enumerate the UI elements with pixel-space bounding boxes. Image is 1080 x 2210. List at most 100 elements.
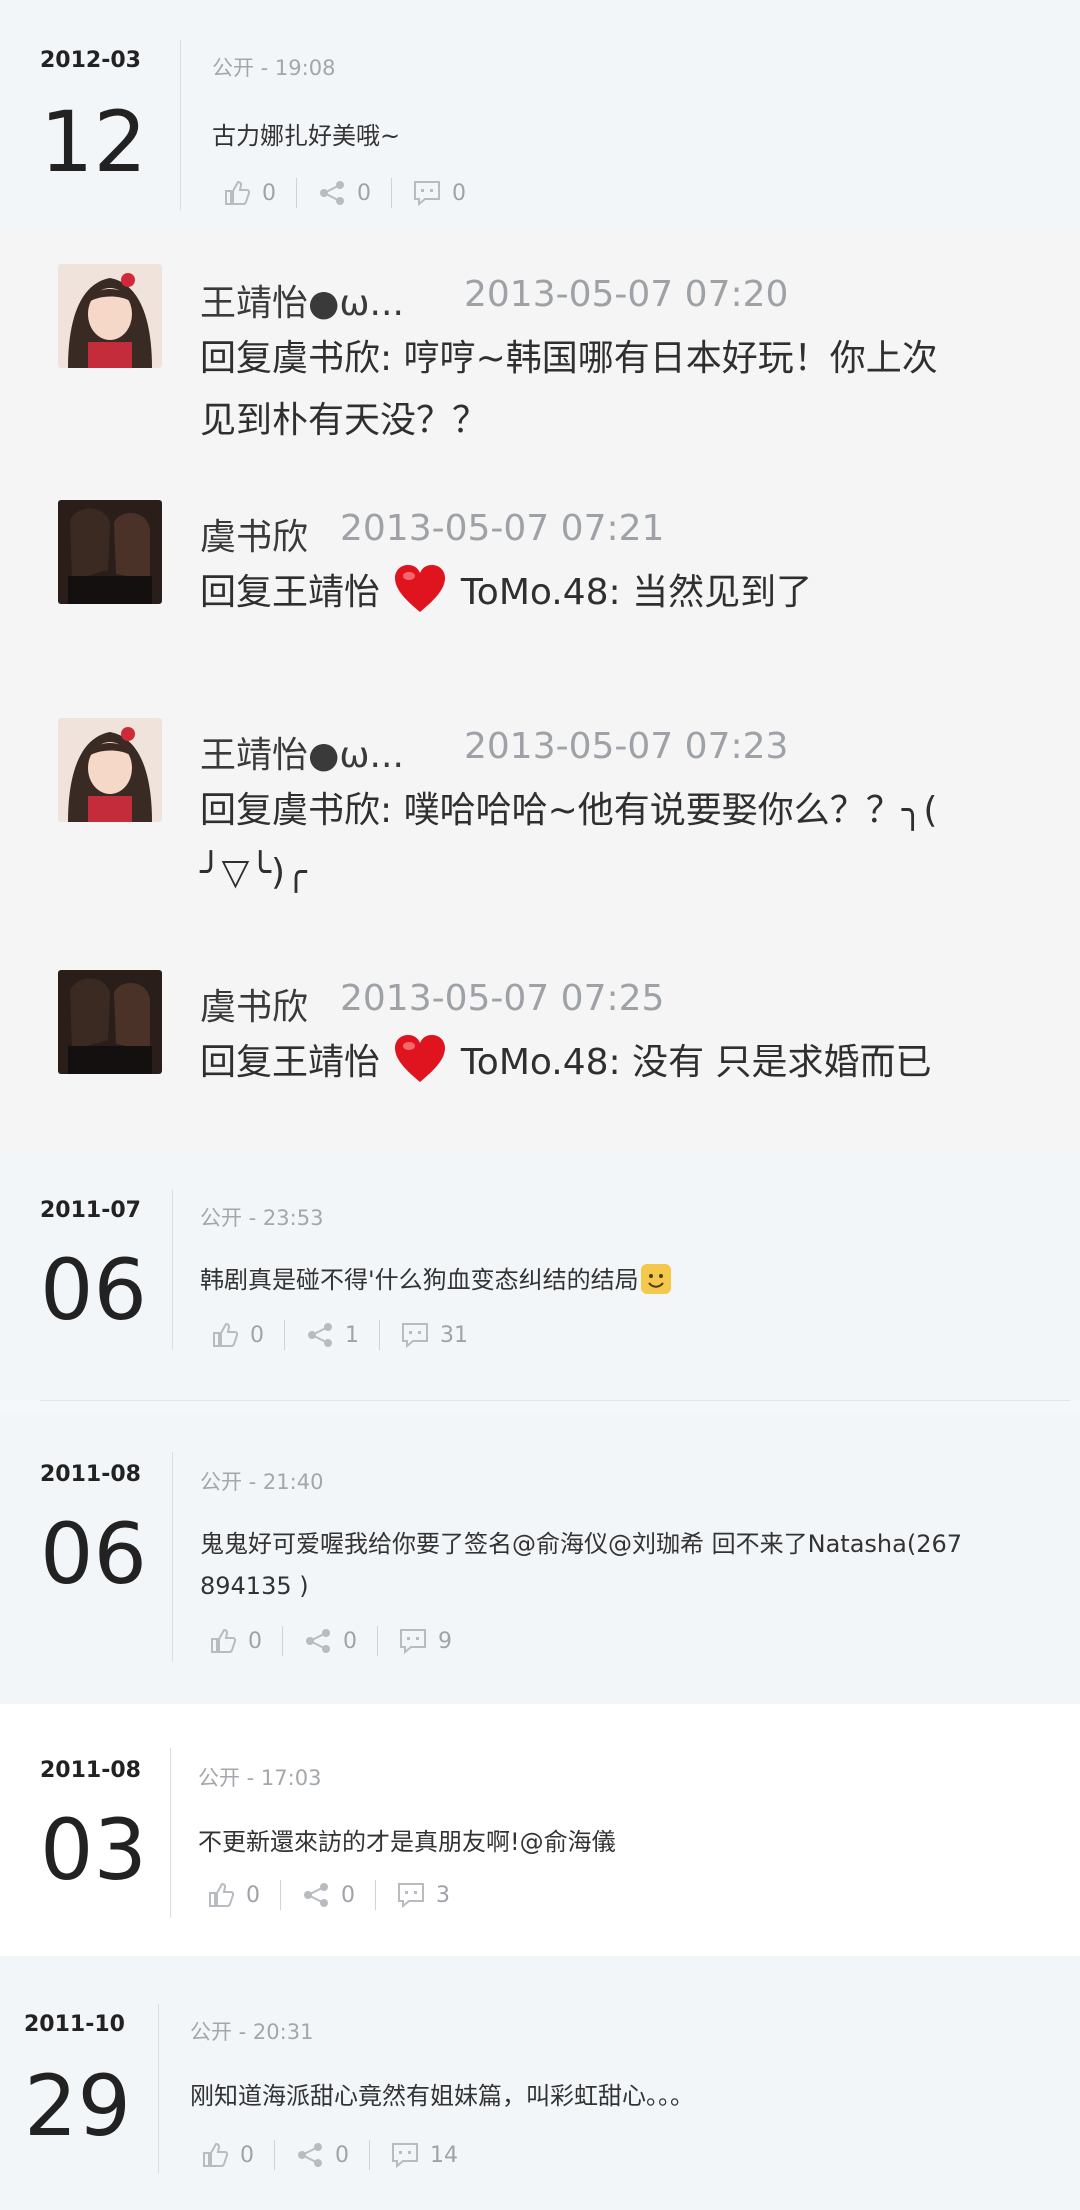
comment-button[interactable]: 9 [398, 1626, 452, 1656]
reply-text: 回复虞书欣: 哼哼~韩国哪有日本好玩！你上次 [200, 338, 938, 379]
smiley-emoji-icon [640, 1264, 671, 1294]
post-day: 29 [24, 2057, 131, 2155]
post-actions: 0 0 9 [208, 1626, 452, 1656]
post-text: 刚知道海派甜心竟然有姐妹篇，叫彩虹甜心。。。 [190, 2082, 694, 2110]
avatar[interactable] [58, 500, 162, 604]
separator [377, 1626, 378, 1656]
post-card: 2011-08 06 公开 - 21:40 鬼鬼好可爱喔我给你要了签名@俞海仪@… [0, 1412, 1080, 1704]
thumbs-up-icon [213, 1322, 239, 1347]
post-card: 2012-03 12 公开 - 19:08 古力娜扎好美哦~ 0 0 0 [0, 0, 1080, 230]
post-meta: 公开 - 17:03 [198, 1766, 322, 1790]
like-button[interactable]: 0 [208, 1626, 262, 1656]
reply-author[interactable]: 虞书欣 [200, 978, 308, 1030]
thumbs-up-icon [211, 1628, 237, 1653]
reply-author[interactable]: 王靖怡●ω... [200, 726, 404, 778]
separator [369, 2140, 370, 2170]
reply-time: 2013-05-07 07:25 [340, 978, 665, 1019]
reply-text: 回复王靖怡 ToMo.48: 当然见到了 [200, 562, 812, 624]
post-card: 2011-10 29 公开 - 20:31 刚知道海派甜心竟然有姐妹篇，叫彩虹甜… [0, 1956, 1080, 2210]
post-year-month: 2012-03 [40, 48, 141, 73]
like-button[interactable]: 0 [222, 178, 276, 208]
heart-icon [395, 1035, 446, 1082]
share-button[interactable]: 0 [317, 178, 371, 208]
separator [391, 178, 392, 208]
divider [172, 1190, 173, 1350]
like-button[interactable]: 0 [200, 2140, 254, 2170]
share-count: 0 [343, 1628, 357, 1654]
comment-button[interactable]: 0 [412, 178, 466, 208]
divider [170, 1748, 171, 1918]
separator [274, 2140, 275, 2170]
like-button[interactable]: 0 [210, 1320, 264, 1350]
like-button[interactable]: 0 [206, 1880, 260, 1910]
share-icon [308, 1323, 332, 1347]
comment-count: 3 [436, 1882, 450, 1908]
like-count: 0 [262, 180, 276, 206]
post-actions: 0 0 14 [200, 2140, 458, 2170]
separator [375, 1880, 376, 1910]
like-count: 0 [248, 1628, 262, 1654]
post-year-month: 2011-10 [24, 2012, 125, 2037]
post-day: 06 [40, 1241, 147, 1339]
reply-item: 虞书欣 2013-05-07 07:25 回复王靖怡 ToMo.48: 没有 只… [0, 970, 1080, 1110]
post-text: 古力娜扎好美哦~ [212, 122, 401, 150]
comment-icon [398, 1883, 424, 1909]
reply-author[interactable]: 王靖怡●ω... [200, 274, 404, 326]
post-year-month: 2011-08 [40, 1462, 141, 1487]
separator [282, 1626, 283, 1656]
comment-button[interactable]: 31 [400, 1320, 468, 1350]
reply-to-label: 回复王靖怡 [200, 572, 381, 613]
share-icon [298, 2143, 322, 2167]
comment-count: 14 [430, 2142, 458, 2168]
avatar[interactable] [58, 264, 162, 368]
post-year-month: 2011-07 [40, 1198, 141, 1223]
reply-item: 王靖怡●ω... 2013-05-07 07:23 回复虞书欣: 噗哈哈哈~他有… [0, 718, 1080, 938]
like-count: 0 [250, 1322, 264, 1348]
reply-text: 回复虞书欣: 噗哈哈哈~他有说要娶你么？？╮( [200, 790, 938, 831]
post-text: 鬼鬼好可爱喔我给你要了签名@俞海仪@刘珈希 回不来了Natasha(267 [200, 1530, 962, 1558]
share-button[interactable]: 0 [303, 1626, 357, 1656]
comment-button[interactable]: 3 [396, 1880, 450, 1910]
comment-icon [414, 181, 440, 207]
reply-to-label: 回复王靖怡 [200, 1042, 381, 1083]
post-card: 2011-07 06 公开 - 23:53 韩剧真是碰不得'什么狗血变态纠结的结… [0, 1150, 1080, 1400]
share-count: 0 [341, 1882, 355, 1908]
reply-text: 回复王靖怡 ToMo.48: 没有 只是求婚而已 [200, 1032, 932, 1094]
thumbs-up-icon [209, 1882, 235, 1907]
reply-time: 2013-05-07 07:23 [464, 726, 789, 767]
post-day: 12 [40, 93, 147, 191]
post-actions: 0 0 0 [222, 178, 466, 208]
share-button[interactable]: 0 [295, 2140, 349, 2170]
post-text: 894135 ) [200, 1572, 309, 1600]
divider [180, 40, 181, 210]
reply-body: ToMo.48: 当然见到了 [460, 572, 813, 613]
thumbs-up-icon [203, 2142, 229, 2167]
thumbs-up-icon [225, 180, 251, 205]
post-meta: 公开 - 20:31 [190, 2020, 314, 2044]
post-actions: 0 0 3 [206, 1880, 450, 1910]
share-icon [304, 1883, 328, 1907]
divider [40, 1400, 1070, 1401]
comment-icon [392, 2143, 418, 2169]
divider [172, 1452, 173, 1662]
avatar[interactable] [58, 718, 162, 822]
post-text: 不更新還來訪的才是真朋友啊!@俞海儀 [198, 1828, 616, 1856]
comment-count: 31 [440, 1322, 468, 1348]
post-year-month: 2011-08 [40, 1758, 141, 1783]
comment-icon [400, 1629, 426, 1655]
post-text-body: 韩剧真是碰不得'什么狗血变态纠结的结局 [200, 1266, 639, 1294]
share-icon [306, 1629, 330, 1653]
avatar[interactable] [58, 970, 162, 1074]
post-meta: 公开 - 19:08 [212, 56, 336, 80]
comment-icon [402, 1323, 428, 1349]
reply-text: ╯▽╰)╭ [200, 852, 307, 893]
post-day: 06 [40, 1505, 147, 1603]
post-card: 2011-08 0 3 公开 - 17:03 不更新還來訪的才是真朋友啊!@俞海儀… [0, 1704, 1080, 1956]
share-button[interactable]: 1 [305, 1320, 359, 1350]
post-meta: 公开 - 21:40 [200, 1470, 324, 1494]
reply-item: 虞书欣 2013-05-07 07:21 回复王靖怡 ToMo.48: 当然见到… [0, 500, 1080, 640]
reply-author[interactable]: 虞书欣 [200, 508, 308, 560]
comment-button[interactable]: 14 [390, 2140, 458, 2170]
share-button[interactable]: 0 [301, 1880, 355, 1910]
share-count: 1 [345, 1322, 359, 1348]
